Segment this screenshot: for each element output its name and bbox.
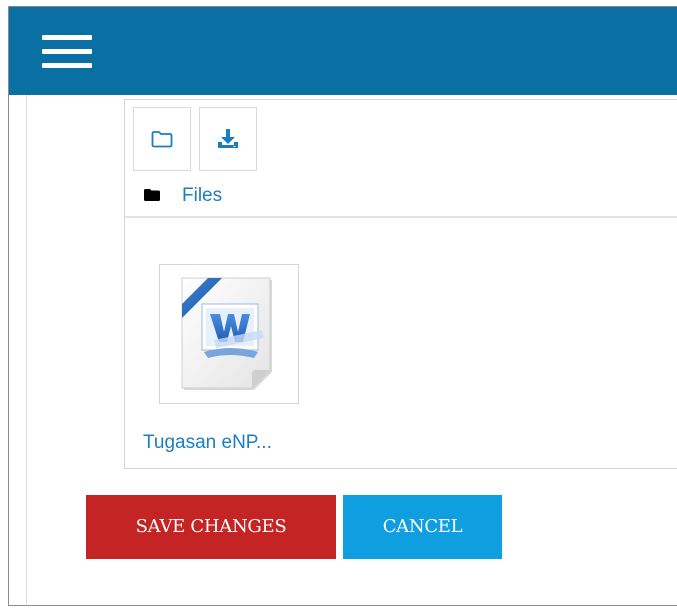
folder-solid-icon [144, 189, 160, 201]
breadcrumb-files-link[interactable]: Files [182, 185, 222, 207]
save-changes-button[interactable]: SAVE CHANGES [86, 495, 336, 559]
top-navbar [9, 7, 677, 95]
hamburger-menu-icon[interactable] [42, 35, 92, 69]
file-manager: Files Tugasan eNP... [124, 99, 677, 469]
create-folder-button[interactable] [133, 107, 191, 171]
browser-viewport: Files Tugasan eNP... SAVE CHANGES CANCEL [8, 6, 677, 606]
download-icon [218, 129, 238, 148]
word-document-icon [181, 277, 272, 390]
content-divider [26, 95, 27, 605]
folder-outline-icon [151, 131, 173, 148]
download-all-button[interactable] [199, 107, 257, 171]
file-name-link[interactable]: Tugasan eNP... [143, 432, 272, 454]
cancel-button[interactable]: CANCEL [343, 495, 502, 559]
file-thumbnail[interactable] [159, 264, 299, 404]
